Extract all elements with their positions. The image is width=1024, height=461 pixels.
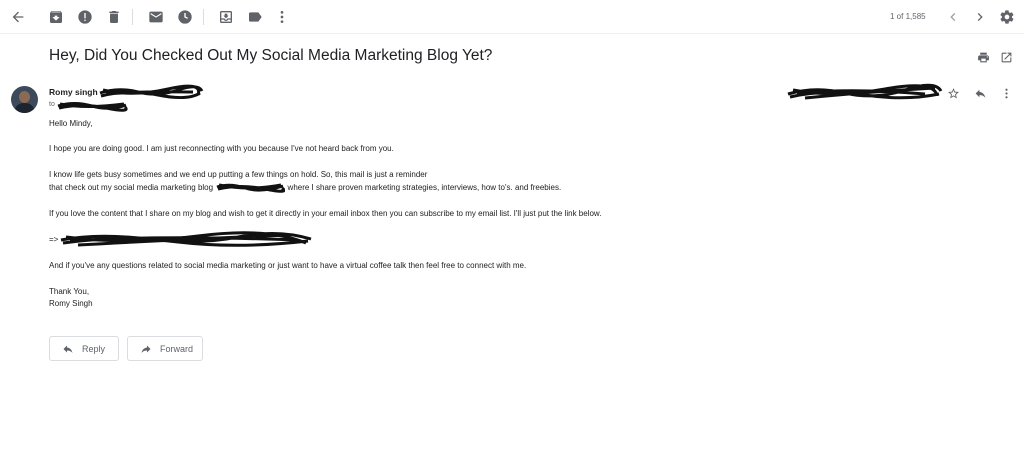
redacted-subscribe-link (58, 229, 314, 251)
paragraph-2-line-2: that check out my social media marketing… (49, 183, 561, 193)
reply-button[interactable]: Reply (49, 336, 119, 361)
redacted-sender-email (98, 84, 204, 100)
forward-icon (141, 345, 151, 353)
move-to-icon[interactable] (216, 7, 236, 27)
report-spam-icon[interactable] (75, 7, 95, 27)
forward-button[interactable]: Forward (127, 336, 203, 361)
sender-avatar[interactable] (11, 86, 38, 113)
reply-icon (63, 345, 73, 353)
redacted-date (785, 82, 943, 102)
toolbar: 1 of 1,585 (0, 0, 1024, 34)
mark-unread-icon[interactable] (146, 7, 166, 27)
redacted-recipient (56, 99, 128, 112)
pager-text: 1 of 1,585 (890, 12, 926, 21)
link-arrow: => (49, 235, 59, 244)
redacted-blog-link (215, 183, 286, 193)
sign-off-line: Thank You, (49, 287, 90, 296)
back-arrow-icon[interactable] (8, 7, 28, 27)
archive-icon[interactable] (46, 7, 66, 27)
older-chevron-icon[interactable] (970, 7, 990, 27)
paragraph-2-start: that check out my social media marketing… (49, 183, 214, 193)
recipient-to-label[interactable]: to (49, 101, 55, 108)
star-icon[interactable] (945, 85, 961, 101)
paragraph-4: And if you've any questions related to s… (49, 261, 527, 270)
paragraph-2-line-1: I know life gets busy sometimes and we e… (49, 170, 428, 179)
greeting-text: Hello Mindy, (49, 119, 93, 128)
toolbar-divider (132, 9, 133, 25)
paragraph-1: I hope you are doing good. I am just rec… (49, 144, 394, 153)
toolbar-divider (203, 9, 204, 25)
forward-button-label: Forward (160, 343, 194, 354)
label-icon[interactable] (245, 7, 265, 27)
more-options-icon[interactable] (998, 85, 1014, 101)
reply-button-label: Reply (82, 343, 106, 354)
reply-icon[interactable] (972, 85, 988, 101)
sign-off-name: Romy Singh (49, 299, 93, 308)
delete-icon[interactable] (104, 7, 124, 27)
paragraph-3: If you love the content that I share on … (49, 209, 602, 218)
newer-chevron-icon[interactable] (943, 7, 963, 27)
open-new-window-icon[interactable] (998, 49, 1014, 65)
snooze-icon[interactable] (175, 7, 195, 27)
print-icon[interactable] (975, 49, 991, 65)
settings-gear-icon[interactable] (997, 7, 1017, 27)
email-subject: Hey, Did You Checked Out My Social Media… (49, 47, 493, 64)
more-vert-icon[interactable] (272, 7, 292, 27)
paragraph-2-end: where I share proven marketing strategie… (287, 183, 562, 193)
sender-name[interactable]: Romy singh (49, 87, 98, 97)
